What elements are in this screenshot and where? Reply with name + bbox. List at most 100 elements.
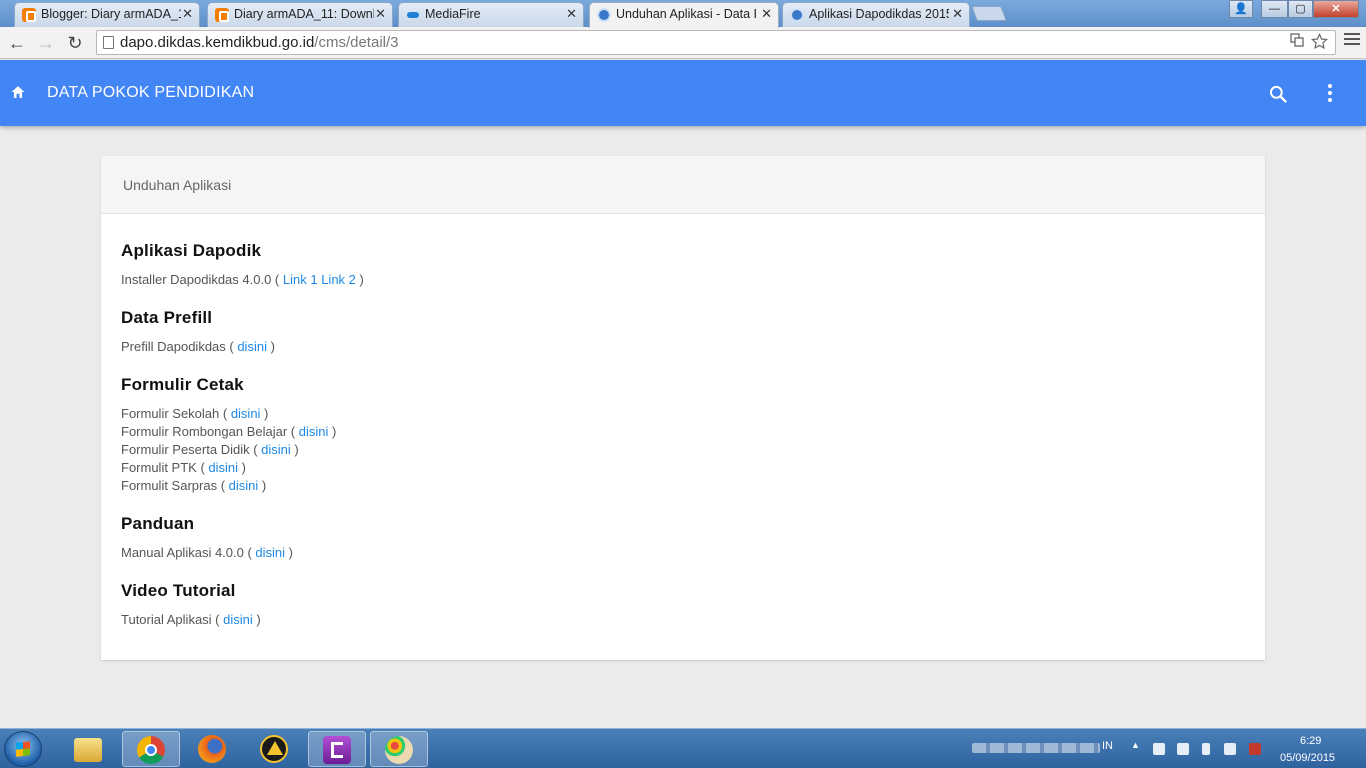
- user-profile-button[interactable]: 👤: [1229, 0, 1253, 18]
- clock-time[interactable]: 6:29: [1300, 735, 1321, 747]
- download-line: Formulir Rombongan Belajar ( disini ): [121, 423, 1245, 441]
- download-label: Tutorial Aplikasi (: [121, 612, 224, 627]
- language-indicator[interactable]: IN: [1102, 740, 1113, 752]
- tab-title: Blogger: Diary armADA_11: [41, 7, 181, 21]
- search-icon[interactable]: [1268, 84, 1288, 104]
- new-tab-button[interactable]: [971, 6, 1007, 21]
- browser-tab[interactable]: MediaFire ✕: [398, 2, 584, 27]
- maximize-button[interactable]: ▢: [1288, 0, 1313, 18]
- download-line: Prefill Dapodikdas ( disini ): [121, 338, 1245, 356]
- download-label: Installer Dapodikdas 4.0.0 (: [121, 272, 283, 287]
- maximize-icon: ▢: [1295, 3, 1306, 15]
- ad-aware-icon[interactable]: [246, 731, 304, 767]
- home-icon[interactable]: [11, 85, 25, 99]
- download-link[interactable]: disini: [237, 339, 267, 354]
- browser-tab[interactable]: Aplikasi Dapodikdas 2015 ✕: [782, 2, 970, 27]
- url-text[interactable]: dapo.dikdas.kemdikbud.go.id/cms/detail/3: [120, 34, 399, 51]
- volume-icon[interactable]: [1224, 743, 1236, 755]
- action-center-icon[interactable]: [1153, 743, 1165, 755]
- back-arrow-icon: ←: [8, 33, 26, 53]
- bookmark-star-icon[interactable]: [1311, 32, 1328, 54]
- download-label: Prefill Dapodikdas (: [121, 339, 238, 354]
- back-button[interactable]: ←: [5, 31, 29, 55]
- close-tab-icon[interactable]: ✕: [182, 3, 193, 25]
- app-c-icon[interactable]: [308, 731, 366, 767]
- close-icon: ✕: [1331, 3, 1341, 15]
- section-title: Video Tutorial: [121, 581, 236, 600]
- download-link[interactable]: disini: [299, 424, 329, 439]
- close-tab-icon[interactable]: ✕: [566, 3, 577, 25]
- download-link[interactable]: Link 2: [321, 272, 356, 287]
- download-section: Formulir Cetak Formulir Sekolah ( disini …: [121, 375, 1245, 495]
- minimize-button[interactable]: —: [1261, 0, 1288, 18]
- more-vert-icon[interactable]: [1328, 84, 1333, 105]
- download-label-suffix: ): [290, 442, 299, 457]
- download-label-suffix: ): [355, 272, 364, 287]
- tray-notification-icons[interactable]: [972, 743, 1100, 753]
- section-title: Aplikasi Dapodik: [121, 241, 262, 260]
- section-title: Formulir Cetak: [121, 375, 244, 394]
- browser-tab[interactable]: Diary armADA_11: Downlo ✕: [207, 2, 393, 27]
- download-label-suffix: ): [328, 424, 337, 439]
- battery-icon[interactable]: [1202, 743, 1210, 755]
- app-title: DATA POKOK PENDIDIKAN: [47, 84, 255, 101]
- download-link[interactable]: disini: [231, 406, 261, 421]
- url-path: /cms/detail/3: [314, 34, 399, 51]
- download-label-suffix: ): [285, 545, 293, 560]
- close-tab-icon[interactable]: ✕: [375, 3, 386, 25]
- card-body: Aplikasi Dapodik Installer Dapodikdas 4.0…: [101, 214, 1265, 629]
- dapodik-icon: [597, 8, 611, 22]
- download-line: Formulir Sekolah ( disini ): [121, 405, 1245, 423]
- forward-arrow-icon: →: [37, 33, 55, 53]
- download-label-suffix: ): [252, 612, 261, 627]
- download-link[interactable]: disini: [223, 612, 253, 627]
- antivirus-icon[interactable]: [1249, 743, 1261, 755]
- download-label-suffix: ): [238, 460, 246, 475]
- minimize-icon: —: [1269, 3, 1280, 15]
- browser-menu-icon[interactable]: [1344, 33, 1360, 48]
- reload-button[interactable]: ↻: [63, 31, 87, 55]
- page-icon: [103, 36, 114, 49]
- tab-title: Unduhan Aplikasi - Data P: [616, 7, 756, 21]
- download-line: Tutorial Aplikasi ( disini ): [121, 611, 1245, 629]
- dapodik-icon: [790, 8, 804, 22]
- download-link[interactable]: disini: [255, 545, 285, 560]
- firefox-icon[interactable]: [184, 731, 242, 767]
- download-label: Formulir Peserta Didik (: [121, 442, 262, 457]
- close-window-button[interactable]: ✕: [1313, 0, 1359, 18]
- address-bar[interactable]: dapo.dikdas.kemdikbud.go.id/cms/detail/3: [96, 30, 1336, 55]
- download-link[interactable]: disini: [261, 442, 291, 457]
- download-label: Formulit Sarpras (: [121, 478, 229, 493]
- close-tab-icon[interactable]: ✕: [952, 3, 963, 25]
- network-icon[interactable]: [1177, 743, 1189, 755]
- download-label: Formulit PTK (: [121, 460, 209, 475]
- card-header: Unduhan Aplikasi: [101, 156, 1265, 214]
- download-label-suffix: ): [260, 406, 269, 421]
- download-line: Manual Aplikasi 4.0.0 ( disini ): [121, 544, 1245, 562]
- download-label: Formulir Rombongan Belajar (: [121, 424, 299, 439]
- chrome-icon[interactable]: [122, 731, 180, 767]
- browser-tab-active[interactable]: Unduhan Aplikasi - Data P ✕: [589, 2, 779, 28]
- browser-tab[interactable]: Blogger: Diary armADA_11 ✕: [14, 2, 200, 27]
- download-link[interactable]: disini: [208, 460, 238, 475]
- tab-strip: Blogger: Diary armADA_11 ✕ Diary armADA_…: [0, 0, 1366, 28]
- download-line: Formulit Sarpras ( disini ): [121, 477, 1245, 495]
- forward-button[interactable]: →: [34, 31, 58, 55]
- translate-icon[interactable]: [1290, 33, 1304, 51]
- url-host: dapo.dikdas.kemdikbud.go.id: [120, 34, 315, 51]
- clock-date[interactable]: 05/09/2015: [1280, 752, 1335, 764]
- file-explorer-icon[interactable]: [60, 731, 118, 767]
- download-link[interactable]: Link 1: [283, 272, 318, 287]
- close-tab-icon[interactable]: ✕: [761, 3, 772, 25]
- reload-icon: ↻: [67, 33, 83, 53]
- section-title: Data Prefill: [121, 308, 213, 327]
- paint-icon[interactable]: [370, 731, 428, 767]
- download-section: Data Prefill Prefill Dapodikdas ( disini …: [121, 308, 1245, 356]
- tab-title: MediaFire: [425, 7, 481, 21]
- start-button[interactable]: [4, 731, 42, 767]
- download-link[interactable]: disini: [229, 478, 259, 493]
- download-line: Formulit PTK ( disini ): [121, 459, 1245, 477]
- show-hidden-icons[interactable]: ▲: [1131, 740, 1140, 750]
- download-label: Manual Aplikasi 4.0.0 (: [121, 545, 256, 560]
- download-section: Aplikasi Dapodik Installer Dapodikdas 4.0…: [121, 241, 1245, 289]
